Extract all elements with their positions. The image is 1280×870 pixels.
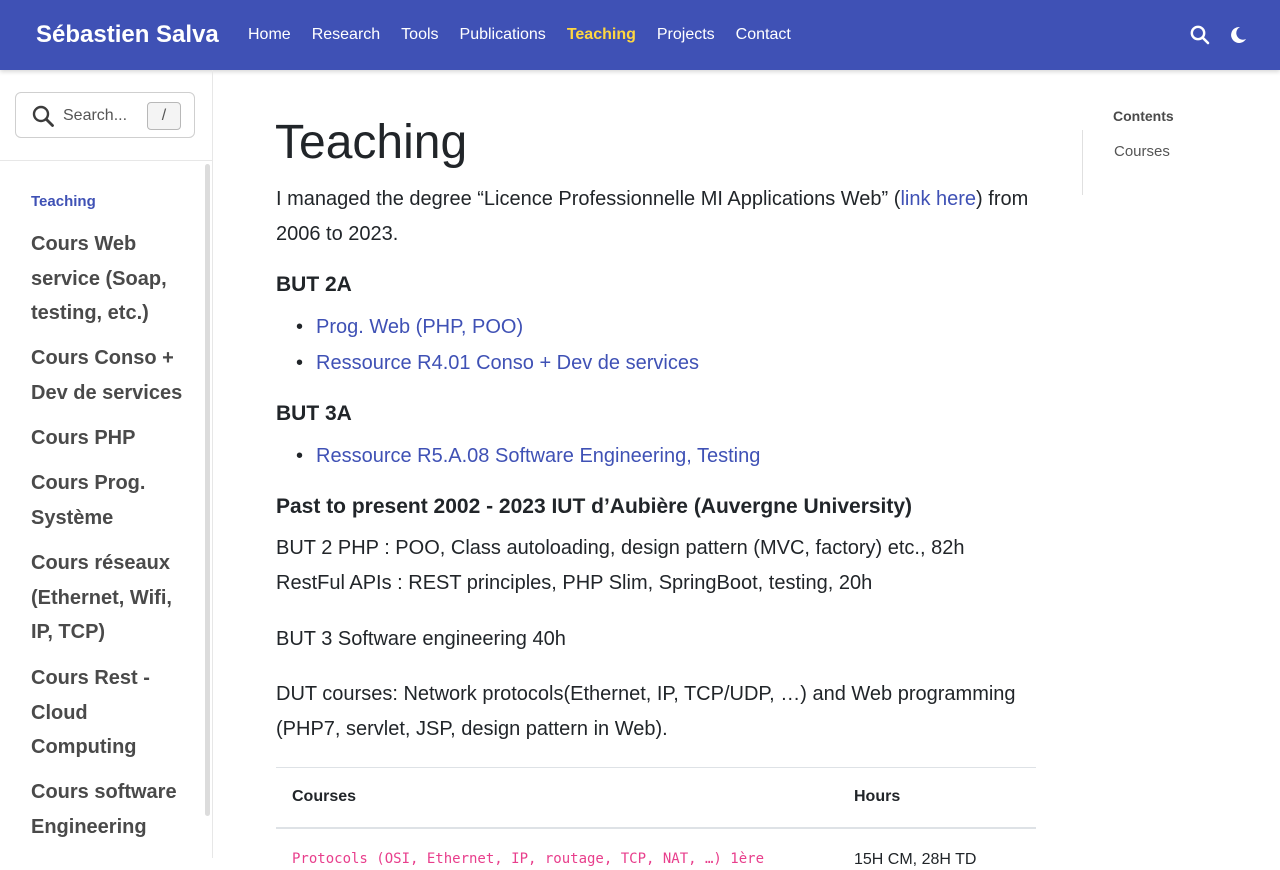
theme-toggle-icon[interactable] [1227, 24, 1249, 46]
bullet: • [296, 316, 304, 338]
intro-text: I managed the degree “Licence Profession… [276, 188, 901, 210]
toc-border [1082, 130, 1083, 195]
toc-link-courses[interactable]: Courses [1114, 142, 1170, 162]
nav-link-publications[interactable]: Publications [460, 24, 546, 46]
search-placeholder: Search... [63, 107, 128, 124]
section-heading-but3a: BUT 3A [276, 402, 352, 425]
nav-link-home[interactable]: Home [248, 24, 291, 46]
table-border [276, 767, 1036, 768]
intro-paragraph: I managed the degree “Licence Profession… [276, 182, 1041, 252]
link-r401[interactable]: Ressource R4.01 Conso + Dev de services [316, 352, 699, 374]
search-shortcut-key: / [147, 102, 181, 130]
toc-title: Contents [1113, 108, 1174, 124]
site-brand[interactable]: Sébastien Salva [36, 20, 219, 50]
table-header-separator [276, 827, 1036, 829]
search-icon [31, 104, 55, 128]
nav-links: Home Research Tools Publications Teachin… [248, 24, 812, 46]
sidebar-scrollbar[interactable] [205, 164, 210, 816]
sidebar-item-reseaux[interactable]: Cours réseaux (Ethernet, Wifi, IP, TCP) [31, 546, 191, 650]
bullet: • [296, 352, 304, 374]
list-item: • Ressource R4.01 Conso + Dev de services [296, 349, 699, 377]
paragraph-but2-php: BUT 2 PHP : POO, Class autoloading, desi… [276, 537, 965, 559]
sidebar-divider [0, 160, 212, 161]
sidebar-item-web-service[interactable]: Cours Web service (Soap, testing, etc.) [31, 227, 191, 331]
degree-link[interactable]: link here [900, 188, 976, 210]
section-heading-past: Past to present 2002 - 2023 IUT d’Aubièr… [276, 495, 913, 518]
sidebar: Search... / Teaching Cours Web service (… [0, 70, 213, 858]
paragraph-dut: DUT courses: Network protocols(Ethernet,… [276, 683, 1016, 740]
sidebar-item-rest-cloud[interactable]: Cours Rest - Cloud Computing [31, 661, 191, 765]
table-cell-course: Protocols (OSI, Ethernet, IP, routage, T… [292, 851, 765, 867]
search-input[interactable]: Search... / [15, 92, 195, 138]
top-navbar: Sébastien Salva Home Research Tools Publ… [0, 0, 1280, 70]
sidebar-item-php[interactable]: Cours PHP [31, 421, 191, 456]
nav-link-teaching[interactable]: Teaching [567, 24, 636, 46]
link-r5a08[interactable]: Ressource R5.A.08 Software Engineering, … [316, 445, 760, 467]
table-header-courses: Courses [292, 788, 357, 805]
list-item: • Ressource R5.A.08 Software Engineering,… [296, 442, 760, 470]
page-title: Teaching [275, 116, 468, 169]
paragraph-restful: RestFul APIs : REST principles, PHP Slim… [276, 572, 873, 594]
nav-link-research[interactable]: Research [312, 24, 380, 46]
sidebar-item-conso-dev[interactable]: Cours Conso + Dev de services [31, 341, 191, 410]
search-icon[interactable] [1189, 24, 1211, 46]
section-heading-but2a: BUT 2A [276, 273, 352, 296]
sidebar-section-teaching[interactable]: Teaching [31, 192, 96, 212]
link-prog-web[interactable]: Prog. Web (PHP, POO) [316, 316, 523, 338]
table-header-hours: Hours [854, 788, 901, 805]
nav-link-contact[interactable]: Contact [736, 24, 791, 46]
list-item: • Prog. Web (PHP, POO) [296, 313, 523, 341]
sidebar-item-prog-systeme[interactable]: Cours Prog. Système [31, 466, 191, 535]
sidebar-item-software-engineering[interactable]: Cours software Engineering [31, 775, 191, 844]
paragraph-but3: BUT 3 Software engineering 40h [276, 628, 566, 650]
bullet: • [296, 445, 304, 467]
table-cell-hours: 15H CM, 28H TD [854, 851, 977, 868]
nav-link-projects[interactable]: Projects [657, 24, 715, 46]
nav-link-tools[interactable]: Tools [401, 24, 438, 46]
